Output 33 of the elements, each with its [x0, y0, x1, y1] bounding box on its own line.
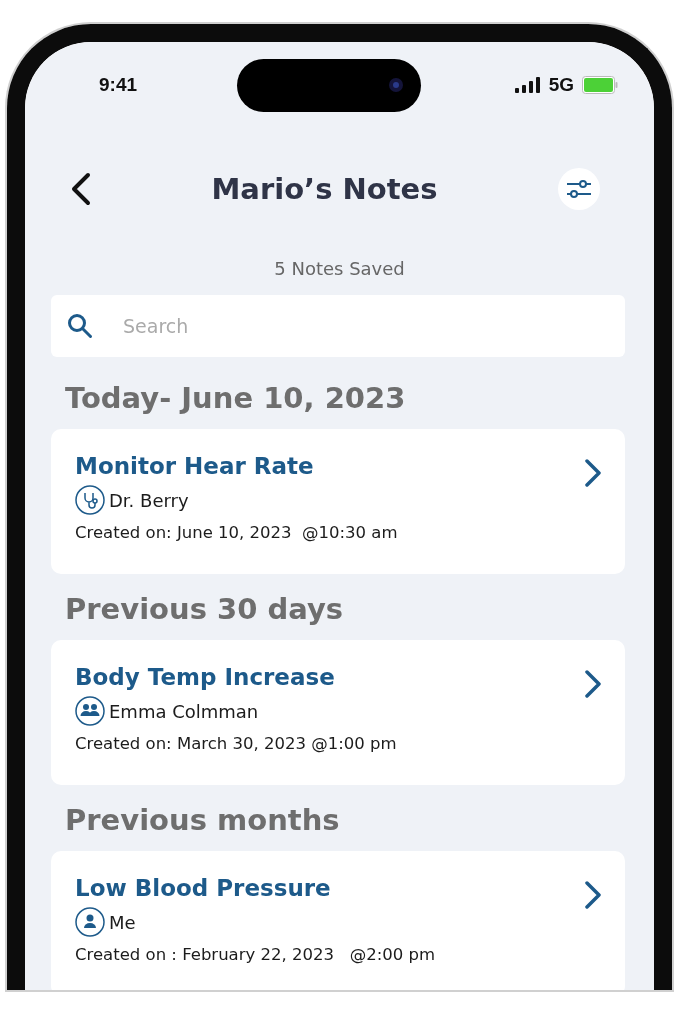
note-date: Created on: June 10, 2023 @10:30 am — [75, 523, 398, 542]
chevron-right-icon — [585, 459, 601, 487]
notes-count: 5 Notes Saved — [273, 258, 406, 279]
sliders-icon — [566, 179, 592, 199]
note-date: Created on : February 22, 2023 @2:00 pm — [75, 945, 436, 964]
status-time: 9:41 — [99, 74, 139, 96]
note-title: Body Temp Increase — [75, 664, 336, 690]
chevron-right-icon — [585, 670, 601, 698]
note-title: Low Blood Pressure — [75, 875, 332, 901]
note-author: Me — [109, 911, 136, 933]
network-label: 5G — [548, 74, 574, 96]
chevron-right-icon — [585, 881, 601, 909]
note-card[interactable]: Body Temp Increase Emma Colmman Created on: March 30, 2023 @1:00 pm — [51, 640, 625, 785]
note-card[interactable]: Monitor Hear Rate Dr. Berry Created on: June 10, 2023 @10:30 am — [51, 429, 625, 574]
section-heading: Previous months — [64, 802, 341, 839]
filter-button[interactable] — [558, 168, 600, 210]
section-heading: Previous 30 days — [64, 591, 345, 628]
camera-lens-icon — [388, 78, 403, 92]
note-card[interactable]: Low Blood Pressure Me Created on : February 22, 2023 @2:00 pm — [51, 851, 625, 990]
battery-icon — [582, 76, 618, 94]
person-icon — [75, 907, 105, 937]
people-icon — [75, 696, 105, 726]
stethoscope-icon — [75, 485, 105, 515]
note-title: Monitor Hear Rate — [75, 453, 315, 479]
note-author: Emma Colmman — [109, 700, 259, 722]
search-field[interactable]: Search — [51, 295, 625, 357]
signal-icon — [514, 77, 541, 93]
search-icon — [67, 313, 93, 339]
back-icon[interactable] — [69, 172, 91, 206]
page-title: Mario’s Notes — [211, 172, 438, 206]
section-heading: Today- June 10, 2023 — [64, 380, 407, 417]
note-date: Created on: March 30, 2023 @1:00 pm — [75, 734, 397, 753]
note-author: Dr. Berry — [109, 489, 189, 511]
